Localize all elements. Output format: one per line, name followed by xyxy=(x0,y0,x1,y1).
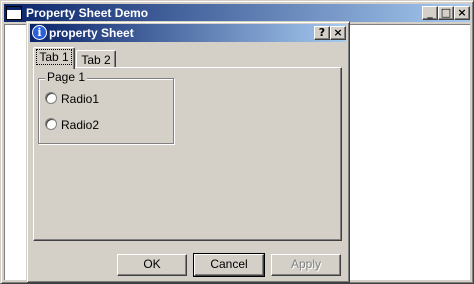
tab-1[interactable]: Tab 1 xyxy=(33,47,75,69)
tab-1-label: Tab 1 xyxy=(36,49,72,65)
radio-circle-icon[interactable] xyxy=(45,92,57,104)
tab-2-label: Tab 2 xyxy=(81,53,111,67)
dialog-title-bar[interactable]: i property Sheet ? × xyxy=(30,24,346,42)
tab-panel: Page 1 Radio1 Radio2 xyxy=(33,67,342,241)
info-icon: i xyxy=(32,25,47,40)
dialog-title: property Sheet xyxy=(49,26,134,40)
close-button[interactable]: × xyxy=(454,6,470,20)
apply-button[interactable]: Apply xyxy=(271,254,341,276)
group-label: Page 1 xyxy=(45,70,88,84)
radio1-label: Radio1 xyxy=(61,92,100,106)
dialog-close-button[interactable]: × xyxy=(330,26,346,40)
maximize-button[interactable]: □ xyxy=(438,6,454,20)
radio2-label: Radio2 xyxy=(61,118,100,132)
minimize-button[interactable]: _ xyxy=(422,6,438,20)
window-icon xyxy=(6,6,22,20)
help-button[interactable]: ? xyxy=(314,26,330,40)
cancel-button[interactable]: Cancel xyxy=(193,253,265,277)
main-title-bar[interactable]: Property Sheet Demo _ □ × xyxy=(4,4,470,22)
page-1-group: Page 1 Radio1 Radio2 xyxy=(38,70,174,144)
main-window-title: Property Sheet Demo xyxy=(26,6,149,20)
radio-circle-icon[interactable] xyxy=(45,118,57,130)
property-sheet-dialog: i property Sheet ? × Tab 1 Tab 2 Page 1 … xyxy=(26,21,350,283)
ok-button[interactable]: OK xyxy=(117,254,187,276)
